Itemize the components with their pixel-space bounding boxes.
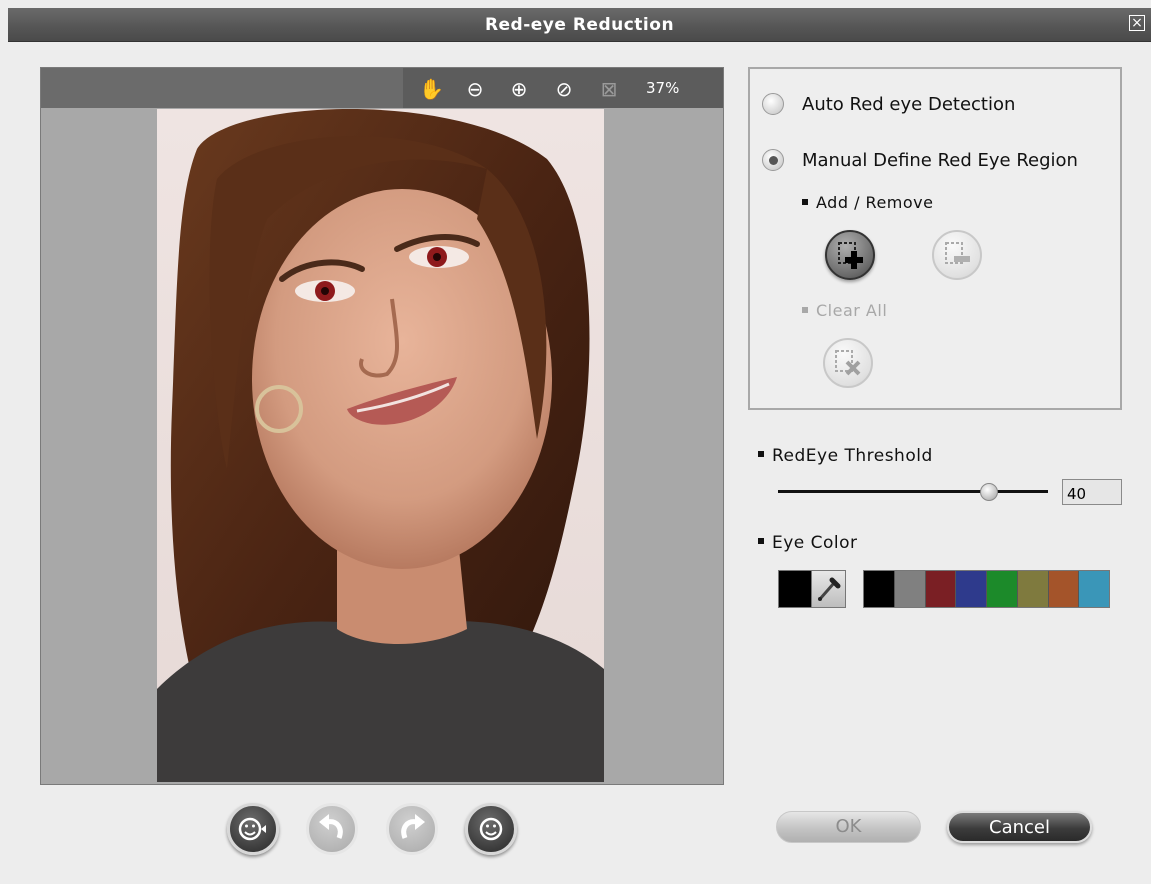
color-swatch-3[interactable] (956, 571, 987, 607)
color-swatch-4[interactable] (987, 571, 1018, 607)
title-bar: Red-eye Reduction × (8, 8, 1151, 42)
threshold-slider-thumb[interactable] (979, 483, 998, 501)
current-color-swatch (779, 571, 811, 607)
auto-detect-radio[interactable] (762, 93, 784, 115)
actual-size-icon[interactable]: ⊘ (553, 78, 575, 100)
threshold-slider-track[interactable] (778, 490, 1048, 493)
window-title: Red-eye Reduction (484, 15, 675, 35)
face-detect-icon (238, 817, 266, 841)
auto-fix-face-button[interactable] (227, 803, 279, 855)
cancel-button[interactable]: Cancel (947, 811, 1092, 843)
clear-all-button (823, 338, 873, 388)
zoom-out-icon[interactable]: ⊖ (464, 78, 486, 100)
clear-all-heading: Clear All (802, 301, 887, 320)
redo-icon (401, 814, 425, 839)
clear-regions-icon (835, 350, 861, 376)
undo-icon (319, 814, 343, 839)
color-swatch-6[interactable] (1048, 571, 1080, 607)
color-swatch-0[interactable] (864, 571, 895, 607)
color-swatch-1[interactable] (894, 571, 926, 607)
image-viewer[interactable]: ✋ ⊖ ⊕ ⊘ ⊠ 37% (40, 67, 724, 785)
eye-color-palette (863, 570, 1110, 608)
threshold-heading: RedEye Threshold (758, 446, 933, 466)
color-swatch-5[interactable] (1017, 571, 1049, 607)
redo-button (386, 803, 438, 855)
current-eye-color[interactable] (778, 570, 846, 608)
add-region-button[interactable] (825, 230, 875, 280)
manual-define-label: Manual Define Red Eye Region (802, 149, 1078, 171)
undo-button (306, 803, 358, 855)
color-swatch-7[interactable] (1079, 571, 1109, 607)
hand-pan-icon[interactable]: ✋ (419, 78, 444, 100)
add-remove-heading: Add / Remove (802, 193, 933, 212)
eyedropper-button[interactable] (811, 571, 845, 607)
photo-preview[interactable] (157, 109, 604, 782)
manual-define-radio[interactable] (762, 149, 784, 171)
color-swatch-2[interactable] (925, 571, 957, 607)
zoom-in-icon[interactable]: ⊕ (508, 78, 530, 100)
face-icon (479, 817, 503, 841)
fit-to-window-icon: ⊠ (600, 77, 618, 101)
auto-detect-label: Auto Red eye Detection (802, 93, 1016, 115)
eye-color-heading: Eye Color (758, 533, 858, 553)
detection-mode-panel: Auto Red eye Detection Manual Define Red… (748, 67, 1122, 410)
remove-region-icon (945, 242, 970, 264)
ok-button: OK (776, 811, 921, 843)
close-box-icon[interactable]: × (1129, 15, 1145, 31)
viewer-toolbar: ✋ ⊖ ⊕ ⊘ ⊠ 37% (41, 68, 723, 108)
threshold-value-field[interactable] (1062, 479, 1122, 505)
zoom-level: 37% (646, 79, 680, 97)
eyedropper-icon (818, 577, 841, 601)
manual-define-option[interactable]: Manual Define Red Eye Region (762, 149, 1078, 171)
compare-original-button[interactable] (465, 803, 517, 855)
auto-detect-option[interactable]: Auto Red eye Detection (762, 93, 1015, 115)
remove-region-button[interactable] (932, 230, 982, 280)
add-region-icon (838, 242, 863, 269)
